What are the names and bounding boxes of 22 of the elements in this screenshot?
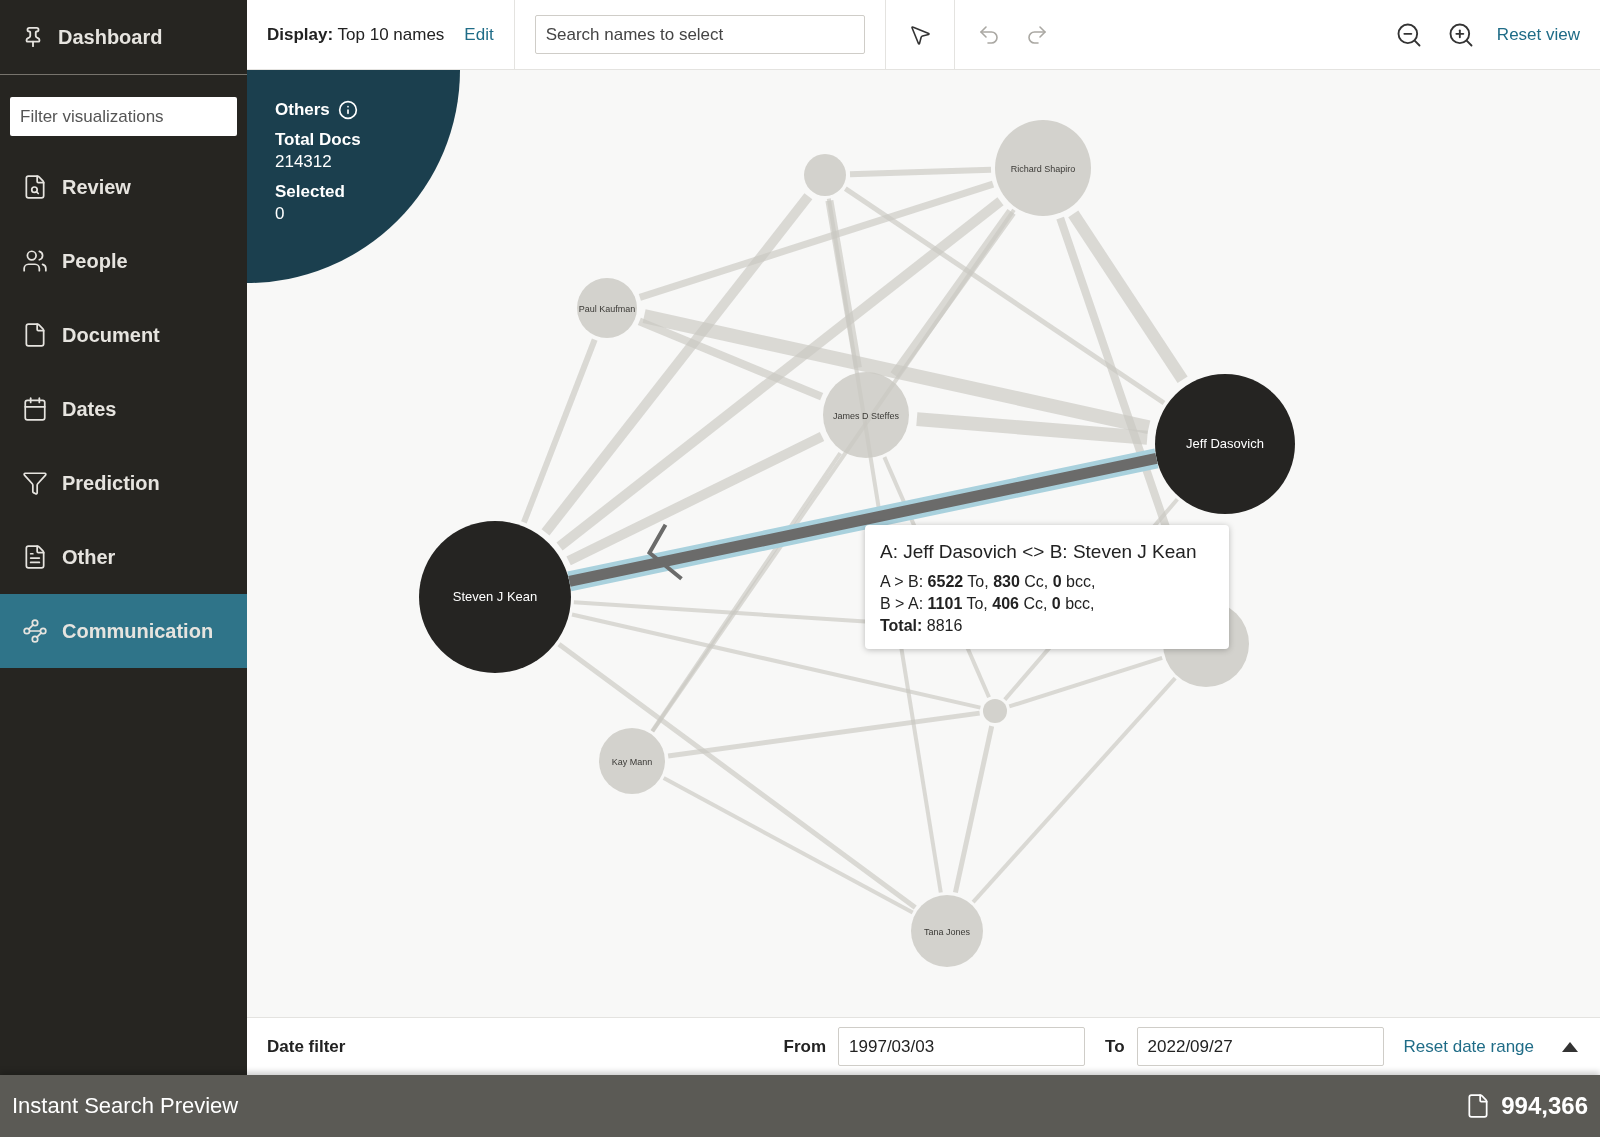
node-label: Richard Shapiro bbox=[1010, 164, 1076, 174]
selected-label: Selected bbox=[275, 182, 346, 202]
node-label: Kay Mann bbox=[611, 757, 653, 767]
total-docs-label: Total Docs bbox=[275, 130, 362, 150]
to-label: To bbox=[1105, 1036, 1125, 1057]
summary-title: Others bbox=[275, 100, 330, 120]
node-label: Steven J Kean bbox=[452, 589, 538, 604]
document-count: 994,366 bbox=[1501, 1092, 1588, 1120]
tooltip-line: A > B: 6522 To, 830 Cc, 0 bcc, bbox=[880, 573, 1097, 591]
node-label: James D Steffes bbox=[833, 411, 899, 421]
node-label: Jeff Dasovich bbox=[1186, 436, 1264, 451]
selected-value: 0 bbox=[275, 204, 286, 224]
total-docs-value: 214312 bbox=[275, 152, 333, 172]
date-filter-label: Date filter bbox=[267, 1036, 346, 1057]
from-label: From bbox=[783, 1036, 827, 1057]
tooltip-title: A: Jeff Dasovich <> B: Steven J Kean bbox=[880, 541, 1198, 563]
tooltip-line: Total: 8816 bbox=[880, 617, 964, 635]
footer-title: Instant Search Preview bbox=[12, 1093, 239, 1119]
node-label: Paul Kaufman bbox=[578, 304, 636, 314]
tooltip-line: B > A: 1101 To, 406 Cc, 0 bcc, bbox=[880, 595, 1096, 613]
node-label: Tana Jones bbox=[924, 927, 970, 937]
display-setting: Display: Top 10 names bbox=[267, 24, 445, 45]
